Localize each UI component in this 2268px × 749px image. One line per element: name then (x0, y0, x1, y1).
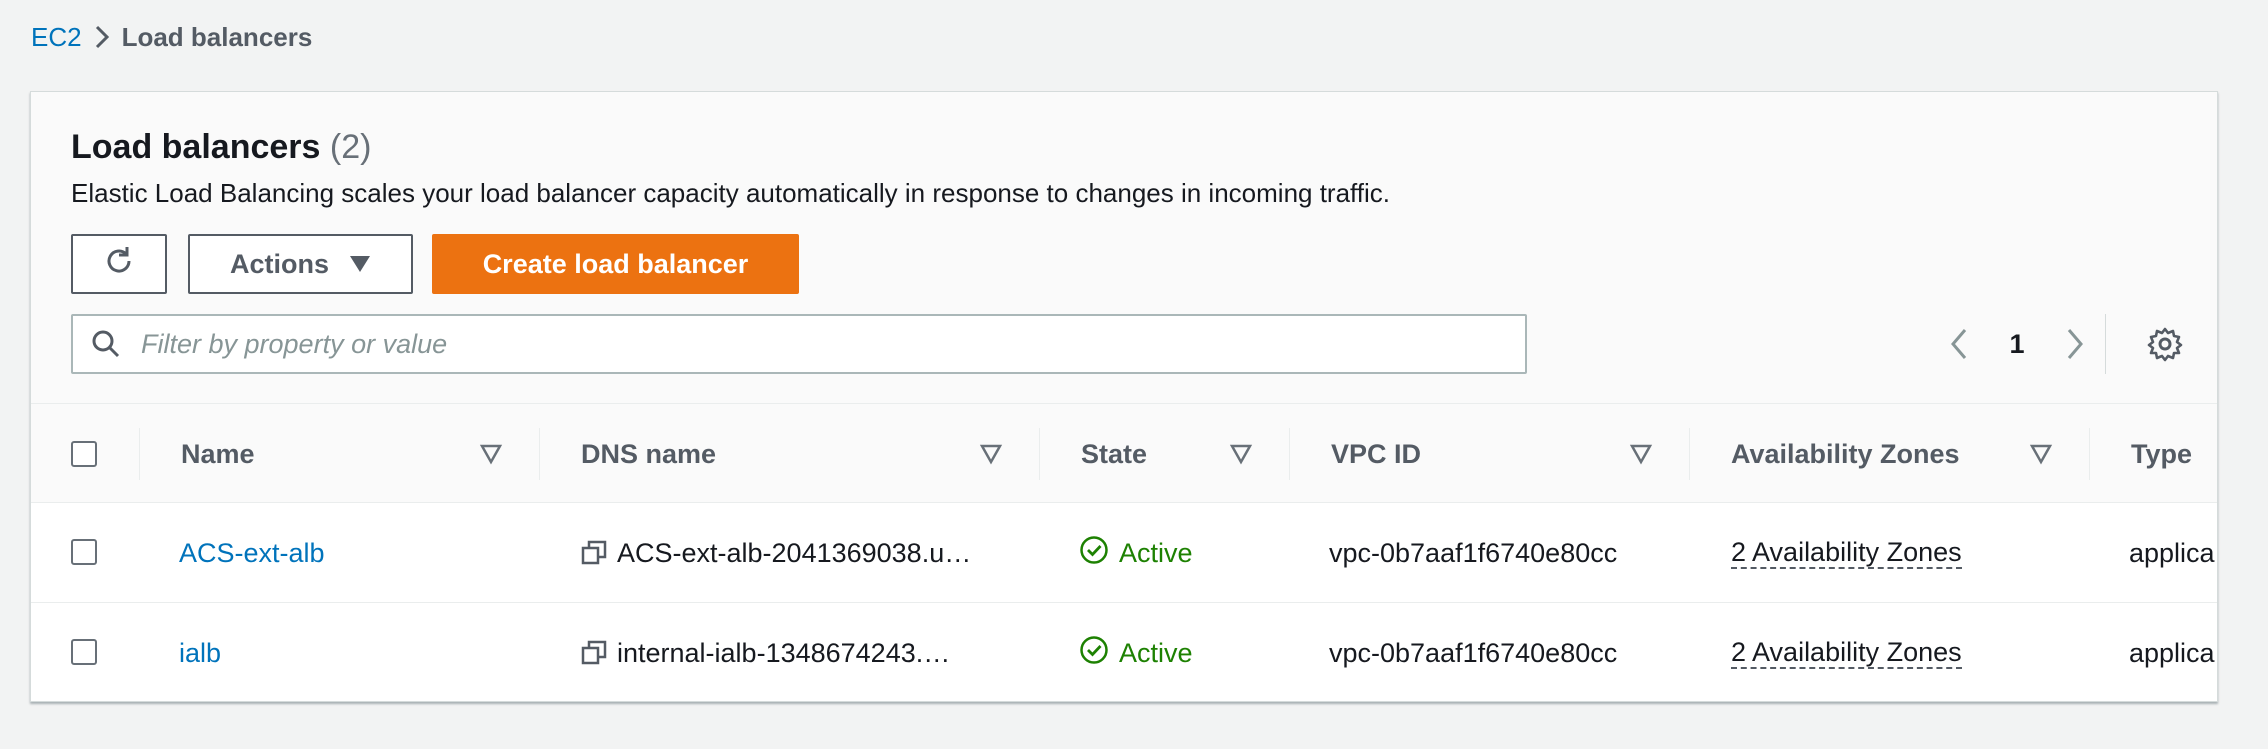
previous-page-icon[interactable] (1931, 314, 1987, 374)
settings-gear-icon[interactable] (2139, 318, 2191, 370)
breadcrumb-current: Load balancers (121, 21, 313, 52)
column-header-availability-zones[interactable]: Availability Zones (1731, 404, 1960, 504)
type-cell: applica (2129, 637, 2215, 668)
caret-down-icon (349, 249, 371, 280)
copy-icon[interactable] (581, 539, 609, 567)
column-header-vpc-id[interactable]: VPC ID (1331, 404, 1421, 504)
column-header-dns-name[interactable]: DNS name (581, 404, 716, 504)
column-divider (1289, 428, 1290, 480)
load-balancer-name-link[interactable]: ialb (179, 603, 221, 701)
state-cell: Active (1079, 603, 1193, 701)
dns-name-cell: internal-ialb-1348674243.… (581, 603, 951, 701)
column-header-name[interactable]: Name (181, 404, 255, 504)
load-balancer-name-link[interactable]: ACS-ext-alb (179, 503, 325, 603)
vpc-id-cell: vpc-0b7aaf1f6740e80cc (1329, 637, 1618, 668)
column-divider (539, 428, 540, 480)
refresh-button[interactable] (71, 234, 167, 294)
chevron-right-icon (82, 18, 122, 56)
breadcrumb-ec2-link[interactable]: EC2 (31, 22, 82, 53)
copy-icon[interactable] (581, 639, 609, 667)
filter-box (71, 314, 1527, 374)
availability-zones-popover-link[interactable]: 2 Availability Zones (1731, 637, 1962, 669)
select-all-checkbox[interactable] (71, 441, 97, 467)
check-circle-icon (1079, 535, 1109, 572)
current-page-number[interactable]: 1 (1987, 329, 2047, 360)
table-row[interactable]: ialb internal-ialb-1348674243.… Active v… (31, 603, 2217, 701)
dns-name-cell: ACS-ext-alb-2041369038.u… (581, 503, 971, 603)
dns-name-text: internal-ialb-1348674243.… (617, 637, 951, 668)
column-divider (139, 428, 140, 480)
refresh-icon (101, 243, 137, 286)
sort-icon[interactable] (1629, 442, 1653, 466)
load-balancers-panel: Load balancers (2) Elastic Load Balancin… (30, 91, 2218, 702)
row-checkbox[interactable] (71, 539, 97, 565)
column-divider (2089, 428, 2090, 480)
next-page-icon[interactable] (2047, 314, 2103, 374)
pager-divider (2105, 314, 2106, 374)
vpc-id-cell: vpc-0b7aaf1f6740e80cc (1329, 537, 1618, 568)
state-text: Active (1119, 537, 1193, 568)
state-text: Active (1119, 637, 1193, 668)
sort-icon[interactable] (1229, 442, 1253, 466)
actions-label: Actions (229, 248, 329, 279)
create-load-balancer-button[interactable]: Create load balancer (432, 234, 799, 294)
filter-input[interactable] (141, 328, 1501, 360)
page-title: Load balancers (2) (71, 128, 371, 167)
page-description: Elastic Load Balancing scales your load … (71, 178, 1391, 208)
actions-dropdown-button[interactable]: Actions (188, 234, 413, 294)
search-icon (91, 329, 131, 359)
load-balancers-table: Name DNS name State VPC ID Availability … (31, 403, 2217, 701)
item-count: (2) (329, 128, 372, 166)
check-circle-icon (1079, 635, 1109, 672)
panel-header: Load balancers (2) Elastic Load Balancin… (31, 92, 2217, 403)
page-title-text: Load balancers (71, 128, 321, 166)
sort-icon[interactable] (479, 442, 503, 466)
state-cell: Active (1079, 503, 1193, 603)
availability-zones-popover-link[interactable]: 2 Availability Zones (1731, 537, 1962, 569)
row-checkbox[interactable] (71, 639, 97, 665)
availability-zones-cell: 2 Availability Zones (1731, 503, 1962, 603)
column-header-state[interactable]: State (1081, 404, 1147, 504)
pagination: 1 (1931, 314, 2103, 374)
type-cell: applica (2129, 537, 2215, 568)
column-divider (1039, 428, 1040, 480)
table-row[interactable]: ACS-ext-alb ACS-ext-alb-2041369038.u… Ac… (31, 503, 2217, 603)
dns-name-text: ACS-ext-alb-2041369038.u… (617, 537, 972, 568)
breadcrumb: EC2 Load balancers (31, 18, 312, 56)
sort-icon[interactable] (979, 442, 1003, 466)
availability-zones-cell: 2 Availability Zones (1731, 603, 1962, 701)
column-divider (1689, 428, 1690, 480)
sort-icon[interactable] (2029, 442, 2053, 466)
column-header-type[interactable]: Type (2131, 404, 2192, 504)
table-header: Name DNS name State VPC ID Availability … (31, 403, 2217, 504)
